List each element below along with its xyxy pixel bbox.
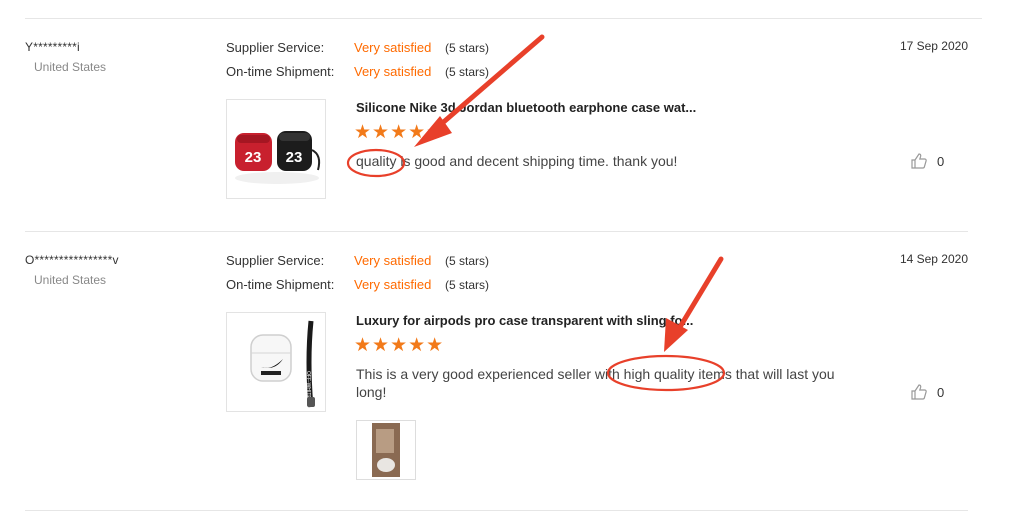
buyer-name: O****************v bbox=[25, 253, 119, 267]
shipment-value: Very satisfied bbox=[354, 277, 432, 292]
shipment-label: On-time Shipment: bbox=[226, 277, 335, 292]
like-button[interactable]: 0 bbox=[910, 383, 944, 401]
like-button[interactable]: 0 bbox=[910, 152, 944, 170]
top-divider bbox=[25, 18, 982, 19]
review-photo[interactable] bbox=[356, 420, 416, 480]
star-rating: ★★★★★ bbox=[354, 335, 445, 356]
product-thumbnail[interactable]: OFF-WHITE bbox=[226, 312, 326, 412]
earphone-case-image: 23 23 bbox=[235, 131, 321, 184]
svg-text:OFF-WHITE: OFF-WHITE bbox=[305, 371, 311, 399]
review-text: quality is good and decent shipping time… bbox=[356, 153, 678, 169]
like-count: 0 bbox=[937, 384, 945, 400]
supplier-service-label: Supplier Service: bbox=[226, 40, 325, 55]
shipment-value: Very satisfied bbox=[354, 64, 432, 79]
review-photo-image bbox=[372, 423, 400, 477]
shipment-stars: (5 stars) bbox=[445, 278, 490, 292]
thumbs-up-icon bbox=[911, 153, 927, 169]
svg-text:23: 23 bbox=[245, 149, 262, 166]
product-thumbnail[interactable]: 23 23 bbox=[226, 99, 326, 199]
star-rating: ★★★★★ bbox=[354, 122, 445, 143]
buyer-country: United States bbox=[34, 273, 107, 287]
supplier-service-value: Very satisfied bbox=[354, 253, 432, 268]
review-text: This is a very good experienced seller w… bbox=[356, 366, 835, 400]
supplier-service-label: Supplier Service: bbox=[226, 253, 325, 268]
shipment-stars: (5 stars) bbox=[445, 65, 490, 79]
product-title-link[interactable]: Silicone Nike 3d Jordan bluetooth earpho… bbox=[356, 100, 696, 115]
annotation-overlay bbox=[346, 34, 726, 392]
supplier-service-stars: (5 stars) bbox=[445, 254, 490, 268]
review-date: 14 Sep 2020 bbox=[899, 252, 968, 266]
review-divider bbox=[25, 231, 968, 232]
like-count: 0 bbox=[937, 153, 945, 169]
buyer-country: United States bbox=[34, 60, 107, 74]
supplier-service-value: Very satisfied bbox=[354, 40, 432, 55]
buyer-name: Y*********i bbox=[25, 40, 80, 54]
airpods-case-image: OFF-WHITE bbox=[250, 320, 315, 408]
shipment-label: On-time Shipment: bbox=[226, 64, 335, 79]
bottom-divider bbox=[25, 510, 968, 511]
product-title-link[interactable]: Luxury for airpods pro case transparent … bbox=[356, 313, 693, 328]
supplier-service-stars: (5 stars) bbox=[445, 41, 490, 55]
thumbs-up-icon bbox=[911, 384, 927, 400]
svg-text:23: 23 bbox=[286, 149, 303, 166]
review-date: 17 Sep 2020 bbox=[899, 39, 968, 53]
annotation-arrow-2 bbox=[664, 256, 724, 352]
